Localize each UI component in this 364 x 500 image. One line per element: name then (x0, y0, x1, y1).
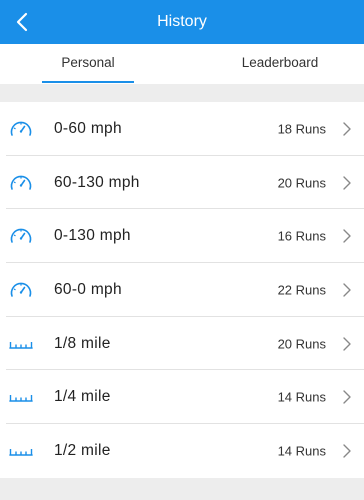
speedometer-icon (8, 280, 34, 300)
list-item-1-2-mile[interactable]: 1/2 mile 14 Runs (0, 424, 364, 478)
chevron-right-icon (343, 444, 351, 458)
tab-bar: Personal Leaderboard (0, 44, 364, 84)
page-title: History (157, 13, 207, 30)
list-item-runs: 20 Runs (277, 336, 326, 352)
tab-leaderboard[interactable]: Leaderboard (230, 44, 330, 84)
list-item-runs: 18 Runs (277, 121, 326, 137)
list-item-60-0-mph[interactable]: 60-0 mph 22 Runs (0, 263, 364, 317)
chevron-right-icon (343, 283, 351, 297)
list-item-1-8-mile[interactable]: 1/8 mile 20 Runs (0, 317, 364, 371)
list-item-name: 60-130 mph (54, 173, 140, 191)
list-item-0-60-mph[interactable]: 0-60 mph 18 Runs (0, 102, 364, 156)
list-item-runs: 14 Runs (277, 389, 326, 405)
chevron-right-icon (343, 122, 351, 136)
speedometer-icon (8, 119, 34, 139)
list-item-runs: 16 Runs (277, 228, 326, 244)
chevron-right-icon (343, 229, 351, 243)
app-header: History (0, 0, 364, 44)
active-tab-indicator (42, 81, 134, 83)
chevron-right-icon (343, 336, 351, 351)
list-item-name: 1/8 mile (54, 334, 111, 352)
list-item-name: 0-60 mph (54, 119, 122, 137)
history-list: 0-60 mph 18 Runs 60-130 mph 20 Runs 0-13… (0, 102, 364, 478)
tab-personal[interactable]: Personal (42, 44, 134, 84)
chevron-right-icon (343, 175, 351, 190)
list-item-runs: 22 Runs (277, 282, 326, 298)
list-item-runs: 20 Runs (277, 175, 326, 191)
speedometer-icon (8, 226, 34, 246)
list-item-name: 1/2 mile (54, 441, 111, 459)
ruler-icon (8, 387, 34, 407)
list-item-name: 60-0 mph (54, 280, 122, 298)
list-item-1-4-mile[interactable]: 1/4 mile 14 Runs (0, 370, 364, 425)
list-item-60-130-mph[interactable]: 60-130 mph 20 Runs (0, 156, 364, 210)
ruler-icon (8, 441, 34, 461)
list-item-name: 0-130 mph (54, 227, 131, 245)
list-item-name: 1/4 mile (54, 388, 111, 406)
chevron-right-icon (343, 390, 351, 404)
speedometer-icon (8, 173, 34, 193)
list-item-runs: 14 Runs (277, 443, 326, 459)
list-item-0-130-mph[interactable]: 0-130 mph 16 Runs (0, 209, 364, 264)
ruler-icon (8, 334, 34, 354)
